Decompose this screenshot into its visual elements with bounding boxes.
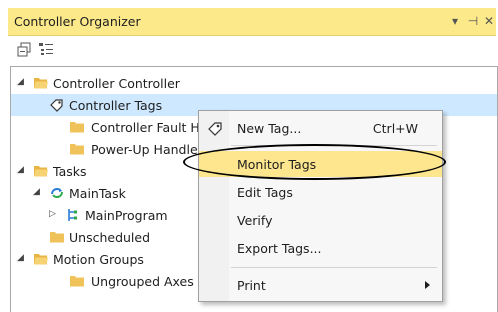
tree-node-controller[interactable]: ◢ Controller Controller bbox=[11, 72, 497, 94]
menu-item-new-tag[interactable]: New Tag... Ctrl+W bbox=[199, 115, 442, 141]
task-cycle-icon bbox=[51, 188, 63, 198]
folder-open-icon bbox=[34, 166, 48, 177]
organizer-toolbar bbox=[8, 36, 496, 64]
panel-title-bar: Controller Organizer ▾ ⊣ ✕ bbox=[8, 8, 496, 36]
program-icon bbox=[68, 209, 77, 221]
folder-icon bbox=[70, 122, 84, 133]
tree-node-label: MainTask bbox=[69, 186, 126, 201]
folder-open-icon bbox=[34, 78, 48, 89]
menu-item-edit-tags[interactable]: Edit Tags bbox=[199, 179, 442, 205]
tag-icon bbox=[208, 122, 222, 136]
menu-item-label: Edit Tags bbox=[237, 185, 293, 200]
folder-icon bbox=[70, 276, 84, 287]
tag-icon bbox=[50, 99, 63, 112]
menu-item-print[interactable]: Print bbox=[199, 272, 442, 298]
tree-node-label: Motion Groups bbox=[53, 252, 144, 267]
menu-item-verify[interactable]: Verify bbox=[199, 207, 442, 233]
submenu-arrow-icon bbox=[425, 281, 430, 289]
tree-node-label: MainProgram bbox=[85, 208, 168, 223]
menu-separator bbox=[231, 267, 437, 268]
collapse-all-icon[interactable] bbox=[16, 42, 32, 58]
close-icon[interactable]: ✕ bbox=[482, 14, 496, 28]
expand-arrow-icon[interactable]: ◢ bbox=[17, 77, 27, 87]
tree-node-label: Tasks bbox=[53, 164, 87, 179]
annotation-ellipse bbox=[183, 144, 446, 180]
pin-icon[interactable]: ⊣ bbox=[466, 14, 480, 28]
expand-arrow-icon[interactable]: ▷ bbox=[49, 209, 59, 219]
tree-node-label: Unscheduled bbox=[69, 230, 151, 245]
tree-node-label: Controller Tags bbox=[69, 98, 163, 113]
expand-arrow-icon[interactable]: ◢ bbox=[33, 187, 43, 197]
folder-icon bbox=[50, 232, 64, 243]
panel-title: Controller Organizer bbox=[14, 14, 141, 29]
context-menu: New Tag... Ctrl+W Monitor Tags Edit Tags… bbox=[198, 110, 443, 302]
menu-item-shortcut: Ctrl+W bbox=[372, 121, 418, 136]
expand-arrow-icon[interactable]: ◢ bbox=[17, 165, 27, 175]
menu-item-label: Print bbox=[237, 278, 266, 293]
menu-item-label: Verify bbox=[237, 213, 273, 228]
controller-organizer-panel: Controller Organizer ▾ ⊣ ✕ ◢ Controller … bbox=[0, 0, 498, 312]
show-details-icon[interactable] bbox=[38, 42, 54, 58]
menu-item-label: New Tag... bbox=[237, 121, 302, 136]
expand-arrow-icon[interactable]: ◢ bbox=[17, 253, 27, 263]
folder-open-icon bbox=[34, 254, 48, 265]
menu-item-label: Export Tags... bbox=[237, 241, 322, 256]
menu-item-export-tags[interactable]: Export Tags... bbox=[199, 235, 442, 261]
folder-icon bbox=[70, 144, 84, 155]
tree-node-label: Power-Up Handler bbox=[91, 142, 203, 157]
dropdown-icon[interactable]: ▾ bbox=[448, 14, 462, 28]
tree-node-label: Ungrouped Axes bbox=[91, 274, 194, 289]
tree-node-label: Controller Controller bbox=[53, 76, 180, 91]
